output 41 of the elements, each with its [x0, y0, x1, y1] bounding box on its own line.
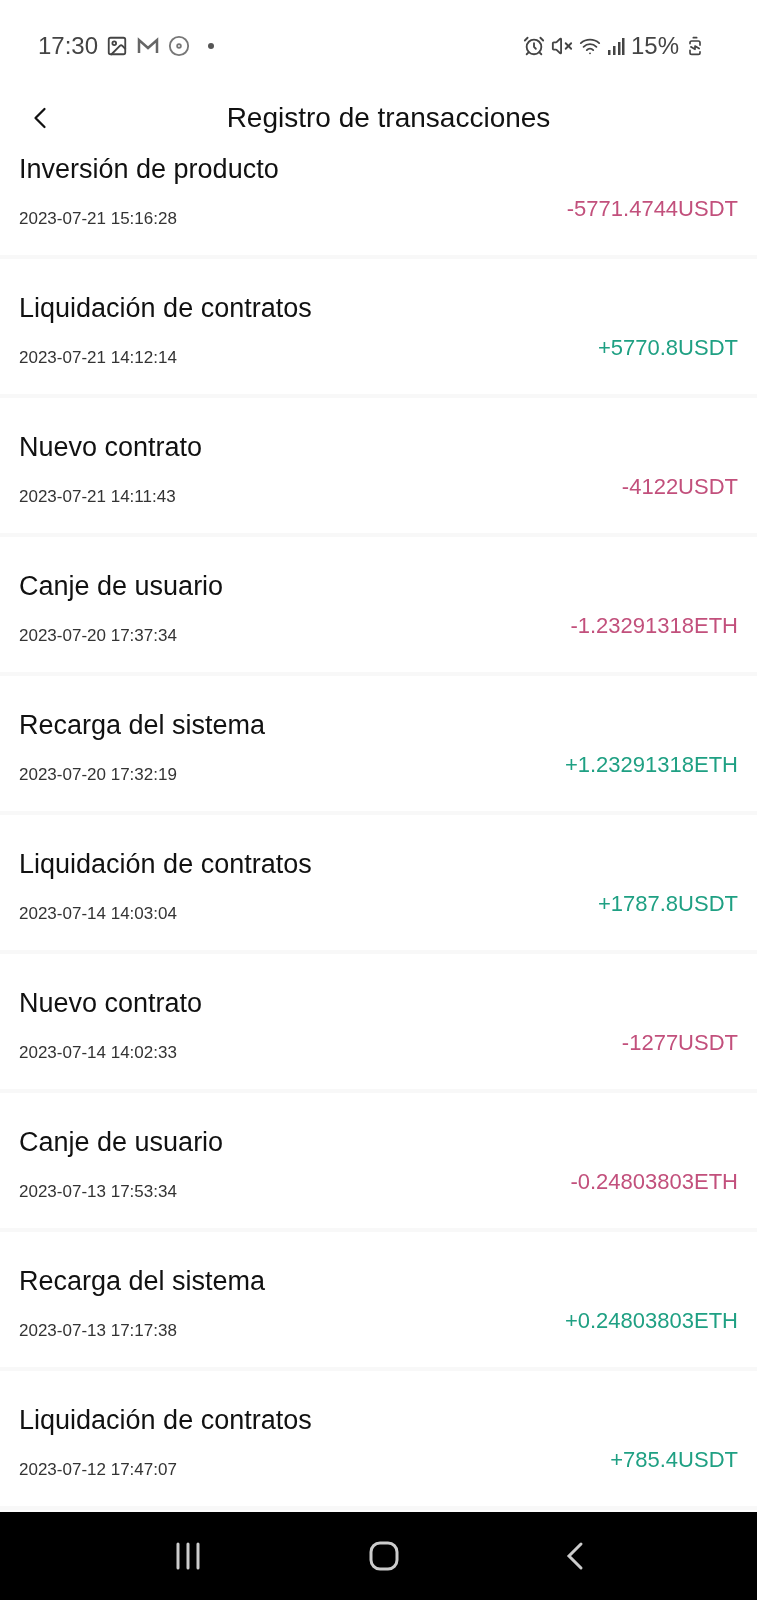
- transaction-title: Canje de usuario: [19, 1126, 224, 1159]
- transaction-title: Liquidación de contratos: [19, 1404, 312, 1437]
- transaction-title: Liquidación de contratos: [19, 292, 312, 325]
- transaction-date: 2023-07-13 17:17:38: [19, 1320, 178, 1342]
- transaction-amount: -0.24803803ETH: [570, 1168, 738, 1196]
- m-letter-icon: [136, 36, 161, 56]
- transaction-title: Recarga del sistema: [19, 709, 266, 742]
- transaction-title: Recarga del sistema: [19, 1265, 266, 1298]
- transaction-amount: -1277USDT: [621, 1029, 738, 1057]
- transaction-amount: +0.24803803ETH: [564, 1307, 738, 1335]
- coin-icon: [168, 35, 191, 57]
- transaction-amount: +785.4USDT: [610, 1446, 738, 1474]
- transaction-amount: +1.23291318ETH: [564, 751, 738, 779]
- transaction-date: 2023-07-12 17:47:07: [19, 1459, 178, 1481]
- transaction-date: 2023-07-21 14:11:43: [19, 486, 177, 508]
- transaction-amount: +1787.8USDT: [597, 890, 738, 918]
- status-time: 17:30: [38, 31, 99, 61]
- transaction-date: 2023-07-20 17:32:19: [19, 764, 178, 786]
- image-icon: [106, 35, 129, 57]
- transaction-title: Nuevo contrato: [19, 431, 203, 464]
- back-icon[interactable]: [564, 1541, 585, 1571]
- transaction-date: 2023-07-13 17:53:34: [19, 1181, 178, 1203]
- signal-icon: [606, 36, 625, 56]
- transaction-amount: +5770.8USDT: [597, 334, 738, 362]
- transaction-title: Canje de usuario: [19, 570, 224, 603]
- transaction-date: 2023-07-21 15:16:28: [19, 208, 178, 230]
- transaction-amount: -5771.4744USDT: [566, 195, 738, 223]
- transaction-date: 2023-07-14 14:02:33: [19, 1042, 178, 1064]
- transaction-date: 2023-07-21 14:12:14: [19, 347, 178, 369]
- page-title: Registro de transacciones: [226, 101, 551, 135]
- transaction-title: Liquidación de contratos: [19, 848, 312, 881]
- transaction-date: 2023-07-14 14:03:04: [19, 903, 178, 925]
- transaction-date: 2023-07-20 17:37:34: [19, 625, 178, 647]
- battery-percent: 15%: [630, 31, 679, 61]
- home-icon[interactable]: [367, 1540, 400, 1572]
- transaction-amount: -1.23291318ETH: [570, 612, 738, 640]
- transaction-title: Inversión de producto: [19, 153, 279, 186]
- mute-icon: [550, 35, 573, 57]
- transaction-title: Nuevo contrato: [19, 987, 203, 1020]
- alarm-icon: [522, 35, 545, 57]
- transaction-amount: -4122USDT: [621, 473, 738, 501]
